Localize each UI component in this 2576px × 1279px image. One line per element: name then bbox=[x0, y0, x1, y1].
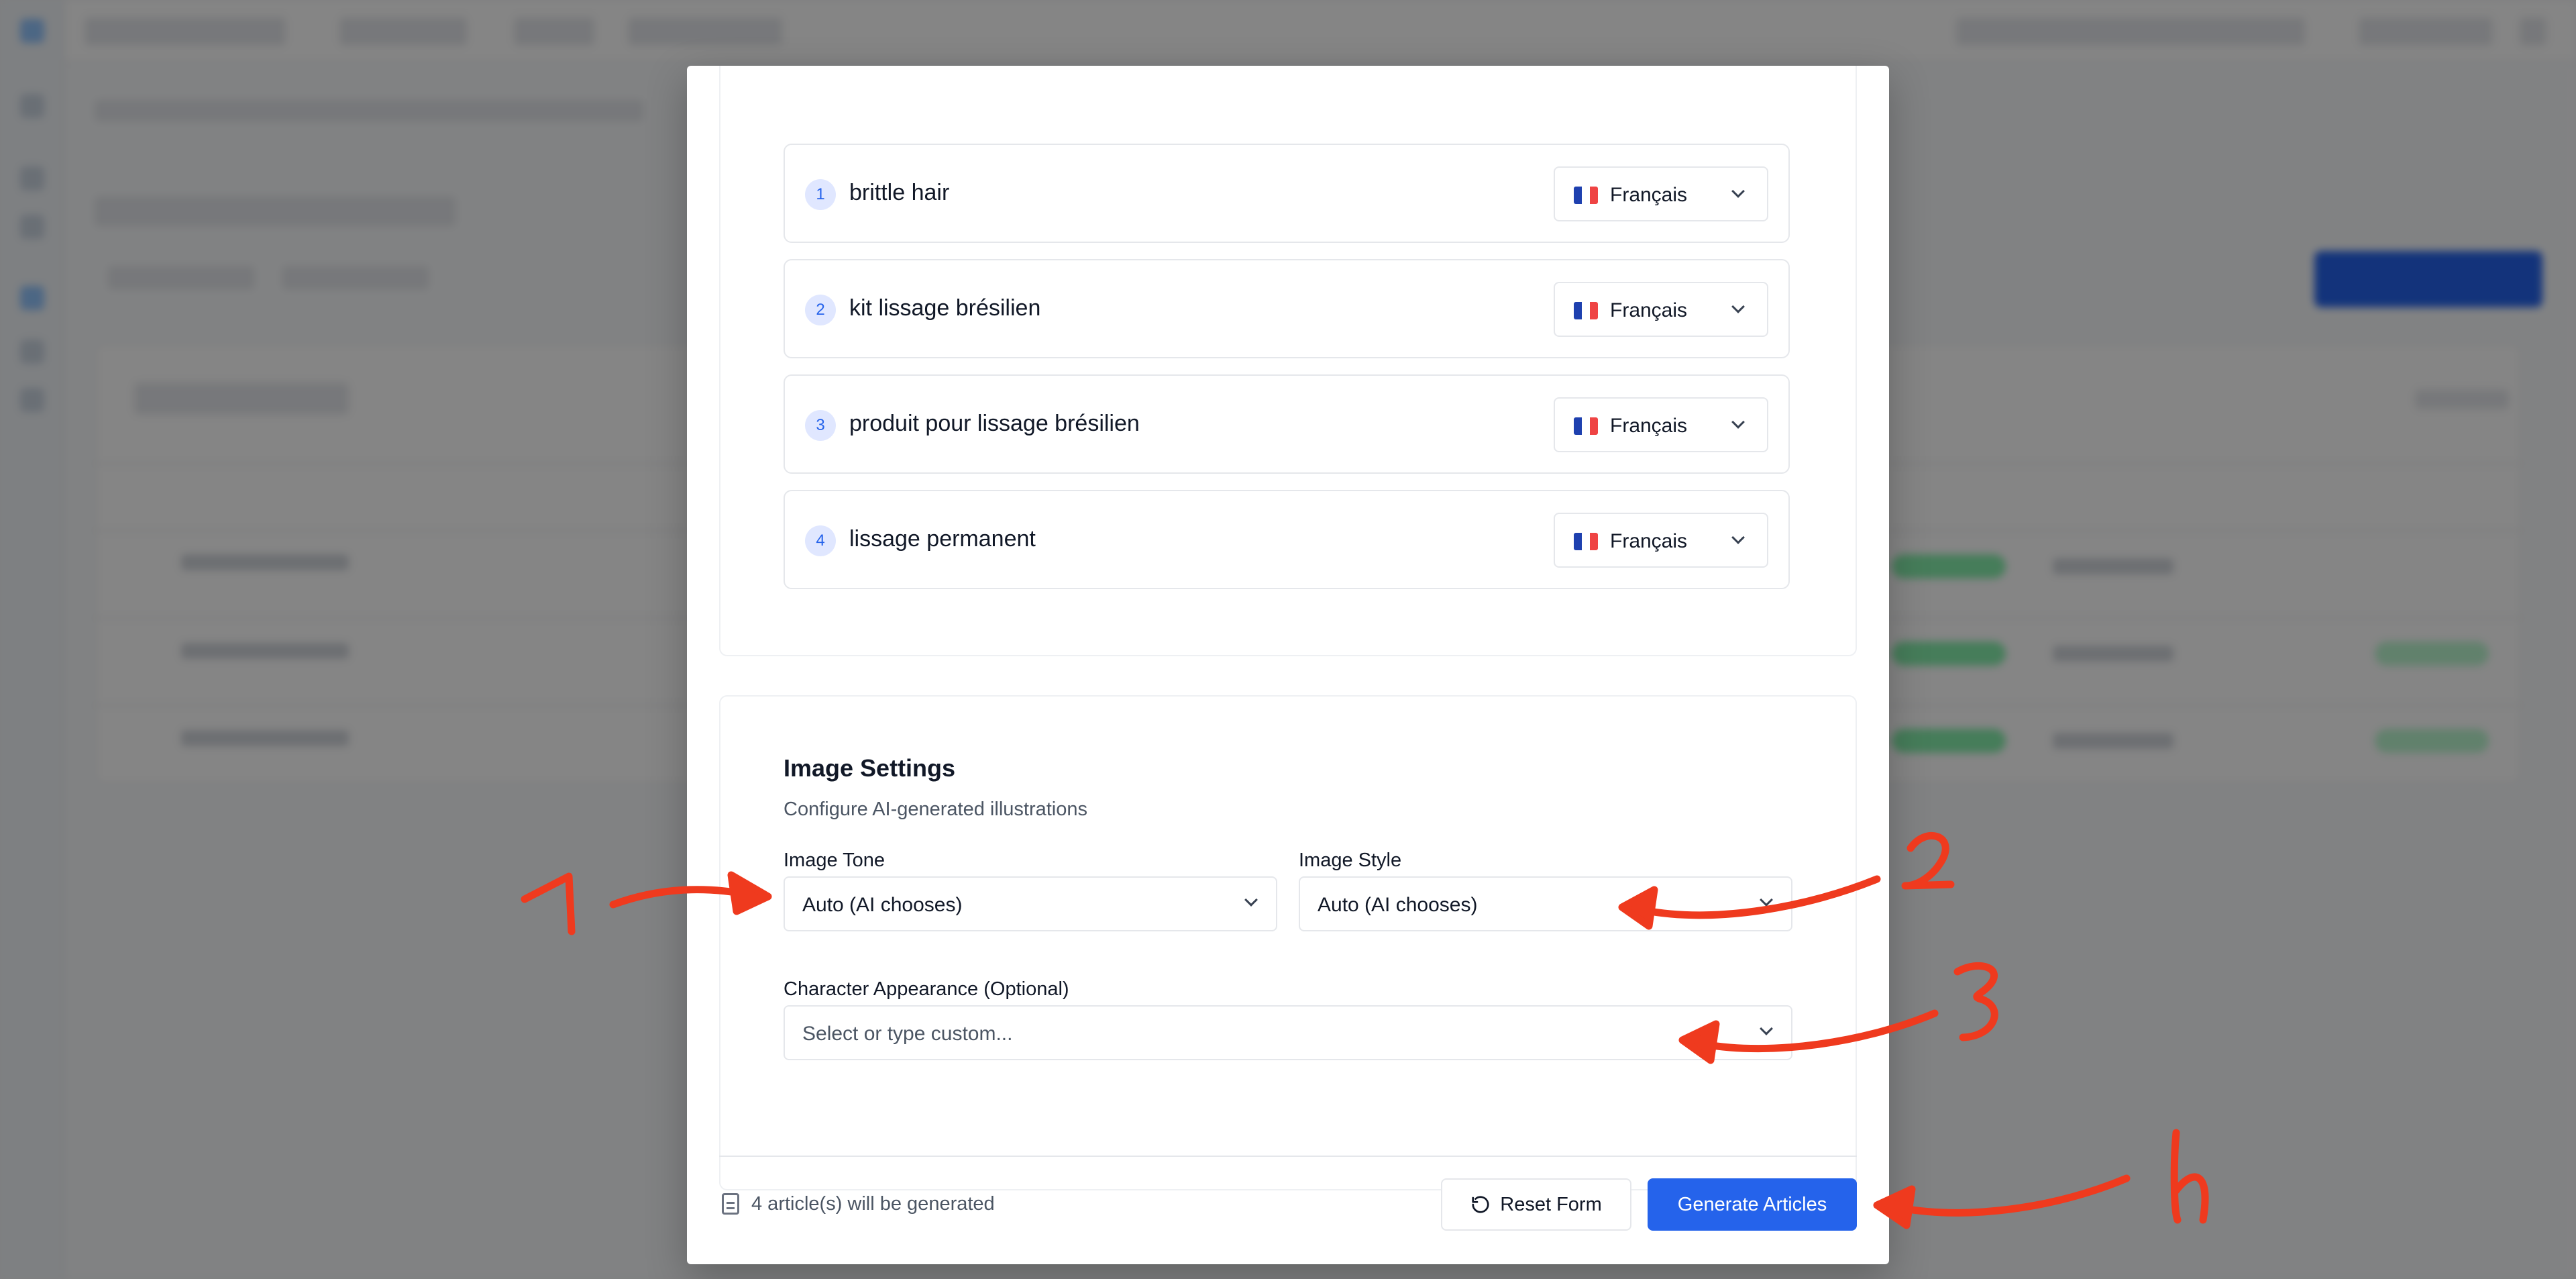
chevron-down-icon bbox=[1244, 893, 1258, 907]
reset-icon bbox=[1472, 1196, 1489, 1213]
article-count-text: 4 article(s) will be generated bbox=[751, 1193, 995, 1215]
chevron-down-icon bbox=[1731, 185, 1745, 198]
language-label: Français bbox=[1610, 530, 1688, 552]
reset-form-label: Reset Form bbox=[1500, 1193, 1602, 1215]
keyword-number-badge: 3 bbox=[805, 410, 836, 441]
image-style-label: Image Style bbox=[1299, 850, 1402, 871]
language-label: Français bbox=[1610, 299, 1688, 321]
keyword-text: lissage permanent bbox=[849, 526, 1036, 552]
generate-articles-modal: 1 brittle hair Français 2 kit lissage br… bbox=[687, 66, 1889, 1264]
chevron-down-icon bbox=[1731, 415, 1745, 429]
character-appearance-combobox[interactable]: Select or type custom... bbox=[784, 1005, 1792, 1060]
generate-articles-label: Generate Articles bbox=[1677, 1193, 1827, 1215]
keyword-row: 1 brittle hair Français bbox=[784, 144, 1790, 243]
keyword-row: 4 lissage permanent Français bbox=[784, 490, 1790, 589]
keyword-number-badge: 2 bbox=[805, 295, 836, 325]
keyword-number-badge: 1 bbox=[805, 179, 836, 210]
image-style-value: Auto (AI chooses) bbox=[1318, 894, 1478, 916]
keyword-row: 3 produit pour lissage brésilien Françai… bbox=[784, 374, 1790, 474]
image-tone-value: Auto (AI chooses) bbox=[802, 894, 963, 916]
france-flag-icon bbox=[1574, 302, 1598, 319]
language-select[interactable]: Français bbox=[1554, 397, 1768, 452]
language-select[interactable]: Français bbox=[1554, 282, 1768, 337]
image-settings-title: Image Settings bbox=[784, 754, 956, 782]
chevron-down-icon bbox=[1760, 893, 1773, 907]
language-select[interactable]: Français bbox=[1554, 513, 1768, 568]
chevron-down-icon bbox=[1760, 1022, 1773, 1035]
image-style-select[interactable]: Auto (AI chooses) bbox=[1299, 876, 1792, 931]
character-appearance-placeholder: Select or type custom... bbox=[802, 1023, 1013, 1045]
keyword-text: brittle hair bbox=[849, 180, 950, 205]
language-label: Français bbox=[1610, 184, 1688, 206]
character-appearance-label: Character Appearance (Optional) bbox=[784, 978, 1069, 1000]
language-select[interactable]: Français bbox=[1554, 166, 1768, 221]
reset-form-button[interactable]: Reset Form bbox=[1441, 1178, 1631, 1231]
france-flag-icon bbox=[1574, 187, 1598, 204]
chevron-down-icon bbox=[1731, 531, 1745, 544]
france-flag-icon bbox=[1574, 533, 1598, 550]
generate-articles-button[interactable]: Generate Articles bbox=[1648, 1178, 1857, 1231]
keyword-row: 2 kit lissage brésilien Français bbox=[784, 259, 1790, 358]
france-flag-icon bbox=[1574, 417, 1598, 435]
image-settings-subtitle: Configure AI-generated illustrations bbox=[784, 799, 1087, 820]
keyword-number-badge: 4 bbox=[805, 525, 836, 556]
image-tone-select[interactable]: Auto (AI chooses) bbox=[784, 876, 1277, 931]
image-tone-label: Image Tone bbox=[784, 850, 885, 871]
language-label: Français bbox=[1610, 415, 1688, 437]
chevron-down-icon bbox=[1731, 300, 1745, 313]
document-icon bbox=[722, 1193, 739, 1215]
footer-divider bbox=[719, 1156, 1857, 1157]
keyword-text: produit pour lissage brésilien bbox=[849, 411, 1140, 436]
keyword-text: kit lissage brésilien bbox=[849, 295, 1041, 321]
